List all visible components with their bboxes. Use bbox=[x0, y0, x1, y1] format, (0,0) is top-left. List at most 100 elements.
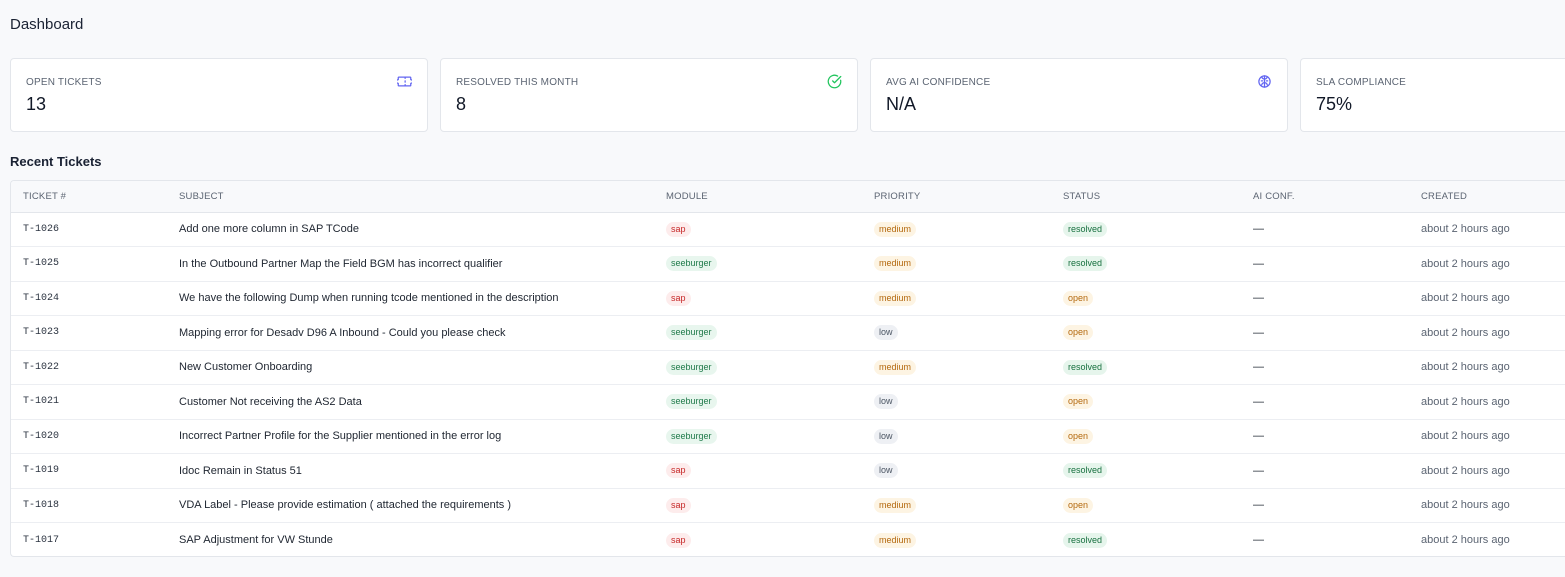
priority-cell: medium bbox=[874, 212, 1063, 247]
created-time: about 2 hours ago bbox=[1421, 361, 1510, 374]
table-row[interactable]: T-1023 Mapping error for Desadv D96 A Inb… bbox=[11, 316, 1565, 351]
ticket-id[interactable]: T-1017 bbox=[11, 523, 179, 557]
stat-label: SLA COMPLIANCE bbox=[1316, 77, 1407, 88]
table-header-row: TICKET # SUBJECT MODULE PRIORITY STATUS … bbox=[11, 181, 1565, 213]
ai-confidence: — bbox=[1253, 292, 1264, 305]
status-cell: open bbox=[1063, 281, 1253, 316]
ai-confidence: — bbox=[1253, 395, 1264, 408]
stat-card-sla-compliance: SLA COMPLIANCE 75% bbox=[1300, 58, 1565, 132]
ai-confidence: — bbox=[1253, 361, 1264, 374]
module-badge: seeburger bbox=[666, 256, 717, 272]
column-header-status: STATUS bbox=[1063, 181, 1253, 213]
stat-value: N/A bbox=[886, 94, 917, 114]
ticket-id[interactable]: T-1018 bbox=[11, 488, 179, 523]
ticket-id[interactable]: T-1026 bbox=[11, 212, 179, 247]
table-row[interactable]: T-1017 SAP Adjustment for VW Stunde sap med… bbox=[11, 523, 1565, 557]
table-row[interactable]: T-1020 Incorrect Partner Profile for the … bbox=[11, 419, 1565, 454]
module-badge: seeburger bbox=[666, 359, 717, 375]
status-badge: open bbox=[1063, 497, 1094, 513]
module-badge: seeburger bbox=[666, 325, 717, 341]
priority-cell: medium bbox=[874, 523, 1063, 557]
status-cell: open bbox=[1063, 488, 1253, 523]
brain-icon bbox=[1258, 75, 1271, 88]
ai-confidence: — bbox=[1253, 326, 1264, 339]
stats-row: OPEN TICKETS 13 RESOLVED THIS MONTH 8 AV… bbox=[10, 58, 1565, 132]
module-badge: seeburger bbox=[666, 394, 717, 410]
created-time: about 2 hours ago bbox=[1421, 292, 1510, 305]
module-cell: seeburger bbox=[666, 350, 874, 385]
ticket-id[interactable]: T-1022 bbox=[11, 350, 179, 385]
priority-badge: low bbox=[874, 325, 898, 341]
status-cell: resolved bbox=[1063, 212, 1253, 247]
table-row[interactable]: T-1019 Idoc Remain in Status 51 sap low reso… bbox=[11, 454, 1565, 489]
priority-badge: medium bbox=[874, 221, 917, 237]
module-badge: sap bbox=[666, 463, 691, 479]
ticket-id[interactable]: T-1021 bbox=[11, 385, 179, 420]
table-row[interactable]: T-1022 New Customer Onboarding seeburger me… bbox=[11, 350, 1565, 385]
status-badge: open bbox=[1063, 428, 1094, 444]
ticket-id[interactable]: T-1020 bbox=[11, 419, 179, 454]
ticket-subject[interactable]: Add one more column in SAP TCode bbox=[179, 212, 666, 247]
status-badge: resolved bbox=[1063, 359, 1108, 375]
module-badge: seeburger bbox=[666, 428, 717, 444]
table-row[interactable]: T-1024 We have the following Dump when ru… bbox=[11, 281, 1565, 316]
status-cell: open bbox=[1063, 419, 1253, 454]
ticket-id[interactable]: T-1023 bbox=[11, 316, 179, 351]
ai-confidence: — bbox=[1253, 534, 1264, 546]
stat-value: 8 bbox=[456, 94, 467, 114]
table-row[interactable]: T-1018 VDA Label - Please provide estimat… bbox=[11, 488, 1565, 523]
status-badge: resolved bbox=[1063, 532, 1108, 548]
module-cell: sap bbox=[666, 488, 874, 523]
table-row[interactable]: T-1021 Customer Not receiving the AS2 Dat… bbox=[11, 385, 1565, 420]
priority-cell: low bbox=[874, 454, 1063, 489]
status-badge: open bbox=[1063, 394, 1094, 410]
status-cell: open bbox=[1063, 316, 1253, 351]
ticket-subject[interactable]: Mapping error for Desadv D96 A Inbound -… bbox=[179, 316, 666, 351]
ticket-id[interactable]: T-1025 bbox=[11, 247, 179, 282]
priority-badge: medium bbox=[874, 359, 917, 375]
module-cell: seeburger bbox=[666, 385, 874, 420]
recent-tickets-table: TICKET # SUBJECT MODULE PRIORITY STATUS … bbox=[10, 180, 1565, 557]
ticket-subject[interactable]: Customer Not receiving the AS2 Data bbox=[179, 385, 666, 420]
ticket-subject[interactable]: SAP Adjustment for VW Stunde bbox=[179, 523, 666, 557]
ai-confidence: — bbox=[1253, 430, 1264, 443]
stat-card-resolved-this-month: RESOLVED THIS MONTH 8 bbox=[440, 58, 858, 132]
page-title: Dashboard bbox=[10, 16, 84, 33]
status-cell: resolved bbox=[1063, 523, 1253, 557]
stat-label: AVG AI CONFIDENCE bbox=[886, 77, 991, 88]
stat-card-open-tickets: OPEN TICKETS 13 bbox=[10, 58, 428, 132]
ticket-subject[interactable]: Incorrect Partner Profile for the Suppli… bbox=[179, 419, 666, 454]
ticket-subject[interactable]: In the Outbound Partner Map the Field BG… bbox=[179, 247, 666, 282]
created-time: about 2 hours ago bbox=[1421, 430, 1510, 443]
module-cell: seeburger bbox=[666, 247, 874, 282]
ticket-id[interactable]: T-1019 bbox=[11, 454, 179, 489]
priority-badge: medium bbox=[874, 290, 917, 306]
status-badge: open bbox=[1063, 290, 1094, 306]
ai-confidence: — bbox=[1253, 499, 1264, 512]
module-badge: sap bbox=[666, 532, 691, 548]
ticket-subject[interactable]: Idoc Remain in Status 51 bbox=[179, 454, 666, 489]
priority-cell: low bbox=[874, 419, 1063, 454]
module-cell: sap bbox=[666, 454, 874, 489]
ticket-subject[interactable]: VDA Label - Please provide estimation ( … bbox=[179, 488, 666, 523]
priority-cell: low bbox=[874, 316, 1063, 351]
ticket-icon bbox=[397, 76, 412, 87]
priority-badge: medium bbox=[874, 532, 917, 548]
stat-card-avg-ai-confidence: AVG AI CONFIDENCE N/A bbox=[870, 58, 1288, 132]
created-time: about 2 hours ago bbox=[1421, 257, 1510, 270]
priority-cell: medium bbox=[874, 247, 1063, 282]
priority-cell: medium bbox=[874, 350, 1063, 385]
priority-cell: medium bbox=[874, 281, 1063, 316]
column-header-ai-conf: AI CONF. bbox=[1253, 181, 1421, 213]
module-badge: sap bbox=[666, 290, 691, 306]
ticket-id[interactable]: T-1024 bbox=[11, 281, 179, 316]
table-row[interactable]: T-1025 In the Outbound Partner Map the Fi… bbox=[11, 247, 1565, 282]
priority-badge: medium bbox=[874, 497, 917, 513]
created-time: about 2 hours ago bbox=[1421, 326, 1510, 339]
ticket-subject[interactable]: We have the following Dump when running … bbox=[179, 281, 666, 316]
ticket-subject[interactable]: New Customer Onboarding bbox=[179, 350, 666, 385]
module-cell: sap bbox=[666, 212, 874, 247]
table-row[interactable]: T-1026 Add one more column in SAP TCode sa… bbox=[11, 212, 1565, 247]
ai-confidence: — bbox=[1253, 223, 1264, 236]
ai-confidence: — bbox=[1253, 464, 1264, 477]
